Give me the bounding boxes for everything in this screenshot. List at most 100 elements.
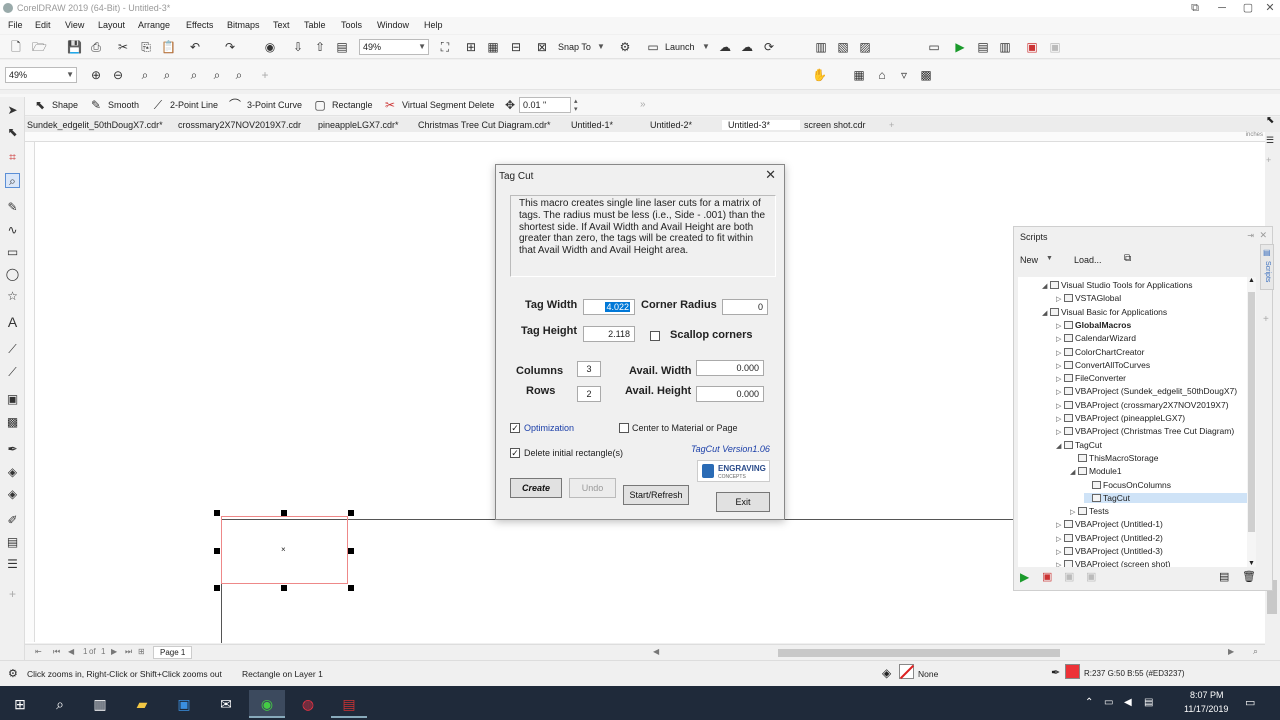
menu-window[interactable]: Window xyxy=(377,20,409,30)
show-grid-icon[interactable]: ▦ xyxy=(486,40,500,54)
docker-close-icon[interactable]: ✕ xyxy=(1259,230,1267,241)
step-macro-icon[interactable]: ▤ xyxy=(976,40,990,54)
macro-record-icon[interactable]: ▧ xyxy=(836,40,850,54)
macro-tool-d-icon[interactable]: ▩ xyxy=(919,68,933,82)
doc-tab[interactable]: Untitled-1* xyxy=(571,120,613,130)
menu-edit[interactable]: Edit xyxy=(35,20,51,30)
crop-tool-icon[interactable]: ⌗ xyxy=(5,150,20,165)
selection-handle[interactable] xyxy=(281,510,287,516)
tree-expander-icon[interactable]: ▷ xyxy=(1056,349,1064,357)
sync-icon[interactable]: ⟳ xyxy=(762,40,776,54)
macro-editor-icon[interactable]: ▨ xyxy=(858,40,872,54)
restore-small-icon[interactable]: ⧉ xyxy=(1181,0,1209,17)
download-cloud-icon[interactable]: ☁ xyxy=(740,40,754,54)
task-view-icon[interactable]: ▥ xyxy=(82,690,118,718)
export-icon[interactable]: ⇧ xyxy=(313,40,327,54)
show-guidelines-icon[interactable]: ⊟ xyxy=(509,40,523,54)
scroll-right-icon[interactable]: ▶ xyxy=(1228,647,1234,656)
run-script-icon[interactable]: ▶ xyxy=(1020,570,1029,584)
tree-expander-icon[interactable]: ▷ xyxy=(1056,375,1064,383)
script-tree-node[interactable]: ◢ Module1 xyxy=(1070,466,1122,476)
virtual-segment-delete-icon[interactable]: ✂ xyxy=(383,98,397,112)
menu-help[interactable]: Help xyxy=(424,20,443,30)
add-page-icon[interactable]: ⊞ xyxy=(138,647,145,656)
script-tree-node[interactable]: ▷ GlobalMacros xyxy=(1056,320,1131,330)
script-tree-node[interactable]: ▷ CalendarWizard xyxy=(1056,333,1136,343)
rectangle-tool-icon[interactable]: ▢ xyxy=(313,98,327,112)
tree-expander-icon[interactable]: ◢ xyxy=(1070,468,1078,476)
tree-expander-icon[interactable]: ▷ xyxy=(1056,362,1064,370)
new-document-icon[interactable]: 🗋 xyxy=(9,40,23,54)
rectangle-button[interactable]: Rectangle xyxy=(332,100,373,110)
script-tree-node[interactable]: ▷ ConvertAllToCurves xyxy=(1056,360,1150,370)
nudge-distance-field[interactable]: 0.01 " xyxy=(519,97,571,113)
exit-button[interactable]: Exit xyxy=(716,492,770,512)
import-icon[interactable]: ⇩ xyxy=(291,40,305,54)
script-tree-node[interactable]: ▷ ColorChartCreator xyxy=(1056,347,1144,357)
scroll-down-icon[interactable]: ▼ xyxy=(1248,560,1255,567)
doc-tab[interactable]: crossmary2X7NOV2019X7.cdr xyxy=(178,120,301,130)
no-fill-swatch[interactable] xyxy=(899,664,915,680)
network-icon[interactable]: ▭ xyxy=(1104,697,1113,708)
horizontal-scroll-thumb[interactable] xyxy=(778,649,1060,657)
launch-dropdown[interactable]: Launch xyxy=(665,42,695,52)
doc-tab[interactable]: screen shot.cdr xyxy=(804,120,866,130)
pick-tool-icon[interactable]: ➤ xyxy=(5,103,20,118)
zoom-page-icon[interactable]: ⌕ xyxy=(187,68,201,82)
smooth-button[interactable]: Smooth xyxy=(108,100,139,110)
search-icon[interactable]: ⌕ xyxy=(42,690,78,718)
selection-handle[interactable] xyxy=(214,510,220,516)
docker-icon[interactable]: ☰ xyxy=(1266,135,1274,146)
script-tree-node[interactable]: FocusOnColumns xyxy=(1084,480,1171,490)
tree-expander-icon[interactable]: ▷ xyxy=(1056,402,1064,410)
smooth-icon[interactable]: ✎ xyxy=(89,98,103,112)
zoom-in-icon[interactable]: ⊕ xyxy=(89,68,103,82)
store-icon[interactable]: ▣ xyxy=(166,690,202,718)
first-page-button-icon[interactable]: ⏮ xyxy=(53,647,60,657)
options-gear-icon[interactable]: ⚙ xyxy=(618,40,632,54)
tree-expander-icon[interactable]: ◢ xyxy=(1042,309,1050,317)
snap-off-icon[interactable]: ⊠ xyxy=(535,40,549,54)
connector-tool-icon[interactable]: ⟋ xyxy=(5,342,20,357)
start-windows-icon[interactable]: ⊞ xyxy=(2,690,38,718)
stop-script-icon[interactable]: ▣ xyxy=(1086,570,1096,583)
tree-expander-icon[interactable]: ▷ xyxy=(1070,508,1078,516)
macro-manager-icon[interactable]: ▥ xyxy=(814,40,828,54)
shape-tool-icon[interactable]: ⬉ xyxy=(33,98,47,112)
print-icon[interactable]: ⎙ xyxy=(89,40,103,54)
notifications-icon[interactable]: ▭ xyxy=(1245,696,1255,709)
zoom-height-icon[interactable]: ⌕ xyxy=(232,68,246,82)
start-refresh-button[interactable]: Start/Refresh xyxy=(623,485,689,505)
show-rulers-icon[interactable]: ⊞ xyxy=(464,40,478,54)
script-tree-node[interactable]: ◢ Visual Basic for Applications xyxy=(1042,307,1167,317)
new-script-button[interactable]: New xyxy=(1020,255,1038,265)
zoom-selected-icon[interactable]: ⌕ xyxy=(138,68,152,82)
next-page-icon[interactable]: ▶ xyxy=(111,647,117,656)
shape-tool-icon[interactable]: ⬉ xyxy=(5,125,20,140)
script-tree-node[interactable]: ▷ VBAProject (Untitled-3) xyxy=(1056,546,1163,556)
new-tab-icon[interactable]: + xyxy=(889,120,894,130)
script-tree-node[interactable]: ▷ VBAProject (Sundek_edgelit_50thDougX7) xyxy=(1056,386,1237,396)
record-script-icon[interactable]: ▣ xyxy=(1042,570,1052,583)
horizontal-ruler[interactable]: inches xyxy=(25,132,1265,142)
avail-width-input[interactable]: 0.000 xyxy=(696,360,764,376)
load-script-button[interactable]: Load... xyxy=(1074,255,1102,265)
selection-handle[interactable] xyxy=(281,585,287,591)
three-point-curve-icon[interactable]: ⌒ xyxy=(228,98,242,112)
tree-expander-icon[interactable]: ▷ xyxy=(1056,521,1064,529)
tree-expander-icon[interactable]: ▷ xyxy=(1056,335,1064,343)
tree-expander-icon[interactable]: ▷ xyxy=(1056,415,1064,423)
menu-view[interactable]: View xyxy=(65,20,84,30)
transparency-tool-icon[interactable]: ▩ xyxy=(5,415,20,430)
smart-fill-icon[interactable]: ◈ xyxy=(5,487,20,502)
script-tree-node[interactable]: ▷ FileConverter xyxy=(1056,373,1126,383)
search-content-icon[interactable]: ◉ xyxy=(263,40,277,54)
scallop-corners-checkbox[interactable] xyxy=(650,331,660,341)
ellipse-tool-icon[interactable]: ◯ xyxy=(5,267,20,282)
tree-expander-icon[interactable]: ▷ xyxy=(1056,322,1064,330)
snap-to-dropdown[interactable]: Snap To xyxy=(558,42,591,52)
tag-height-input[interactable]: 2.118 xyxy=(583,326,635,342)
macro-tool-b-icon[interactable]: ⌂ xyxy=(875,68,889,82)
script-tree-node[interactable]: TagCut xyxy=(1084,492,1252,503)
overflow-chevron-icon[interactable]: » xyxy=(640,99,646,110)
